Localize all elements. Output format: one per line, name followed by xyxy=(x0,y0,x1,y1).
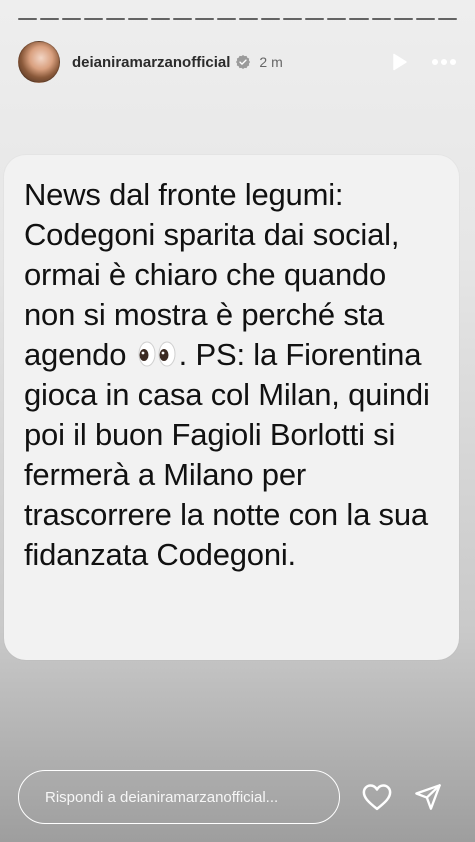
profile-avatar[interactable] xyxy=(18,41,60,83)
progress-segment xyxy=(150,18,170,20)
progress-segment xyxy=(62,18,82,20)
post-time: 2 m xyxy=(259,54,283,70)
progress-segment xyxy=(305,18,325,20)
progress-segment xyxy=(415,18,435,20)
progress-segment xyxy=(393,18,413,20)
story-header: deianiramarzanofficial 2 m xyxy=(18,40,457,84)
reply-field[interactable] xyxy=(18,770,340,824)
post-text: News dal fronte legumi: Codegoni sparita… xyxy=(24,175,443,575)
progress-segment xyxy=(128,18,148,20)
progress-segment xyxy=(371,18,391,20)
progress-segment xyxy=(437,18,457,20)
progress-segment xyxy=(238,18,259,20)
verified-badge-icon xyxy=(236,55,251,69)
heart-icon[interactable] xyxy=(362,783,392,811)
more-dots-icon[interactable] xyxy=(431,50,457,74)
text-post-card: News dal fronte legumi: Codegoni sparita… xyxy=(4,155,459,660)
reply-input[interactable] xyxy=(19,787,339,807)
username[interactable]: deianiramarzanofficial xyxy=(72,54,230,71)
progress-segment xyxy=(216,18,236,20)
play-icon[interactable] xyxy=(387,50,411,74)
story-progress-bar xyxy=(18,18,457,22)
eyes-emoji xyxy=(138,341,176,367)
progress-segment xyxy=(327,18,347,20)
progress-segment xyxy=(194,18,214,20)
progress-segment xyxy=(18,18,38,20)
post-text-part-2: . PS: la Fiorentina gioca in casa col Mi… xyxy=(24,337,430,572)
send-icon[interactable] xyxy=(414,783,442,811)
progress-segment xyxy=(40,18,60,20)
progress-segment xyxy=(261,18,281,20)
progress-segment xyxy=(283,18,303,20)
progress-segment xyxy=(172,18,192,20)
progress-segment xyxy=(84,18,104,20)
progress-segment xyxy=(349,18,369,20)
progress-segment xyxy=(106,18,126,20)
